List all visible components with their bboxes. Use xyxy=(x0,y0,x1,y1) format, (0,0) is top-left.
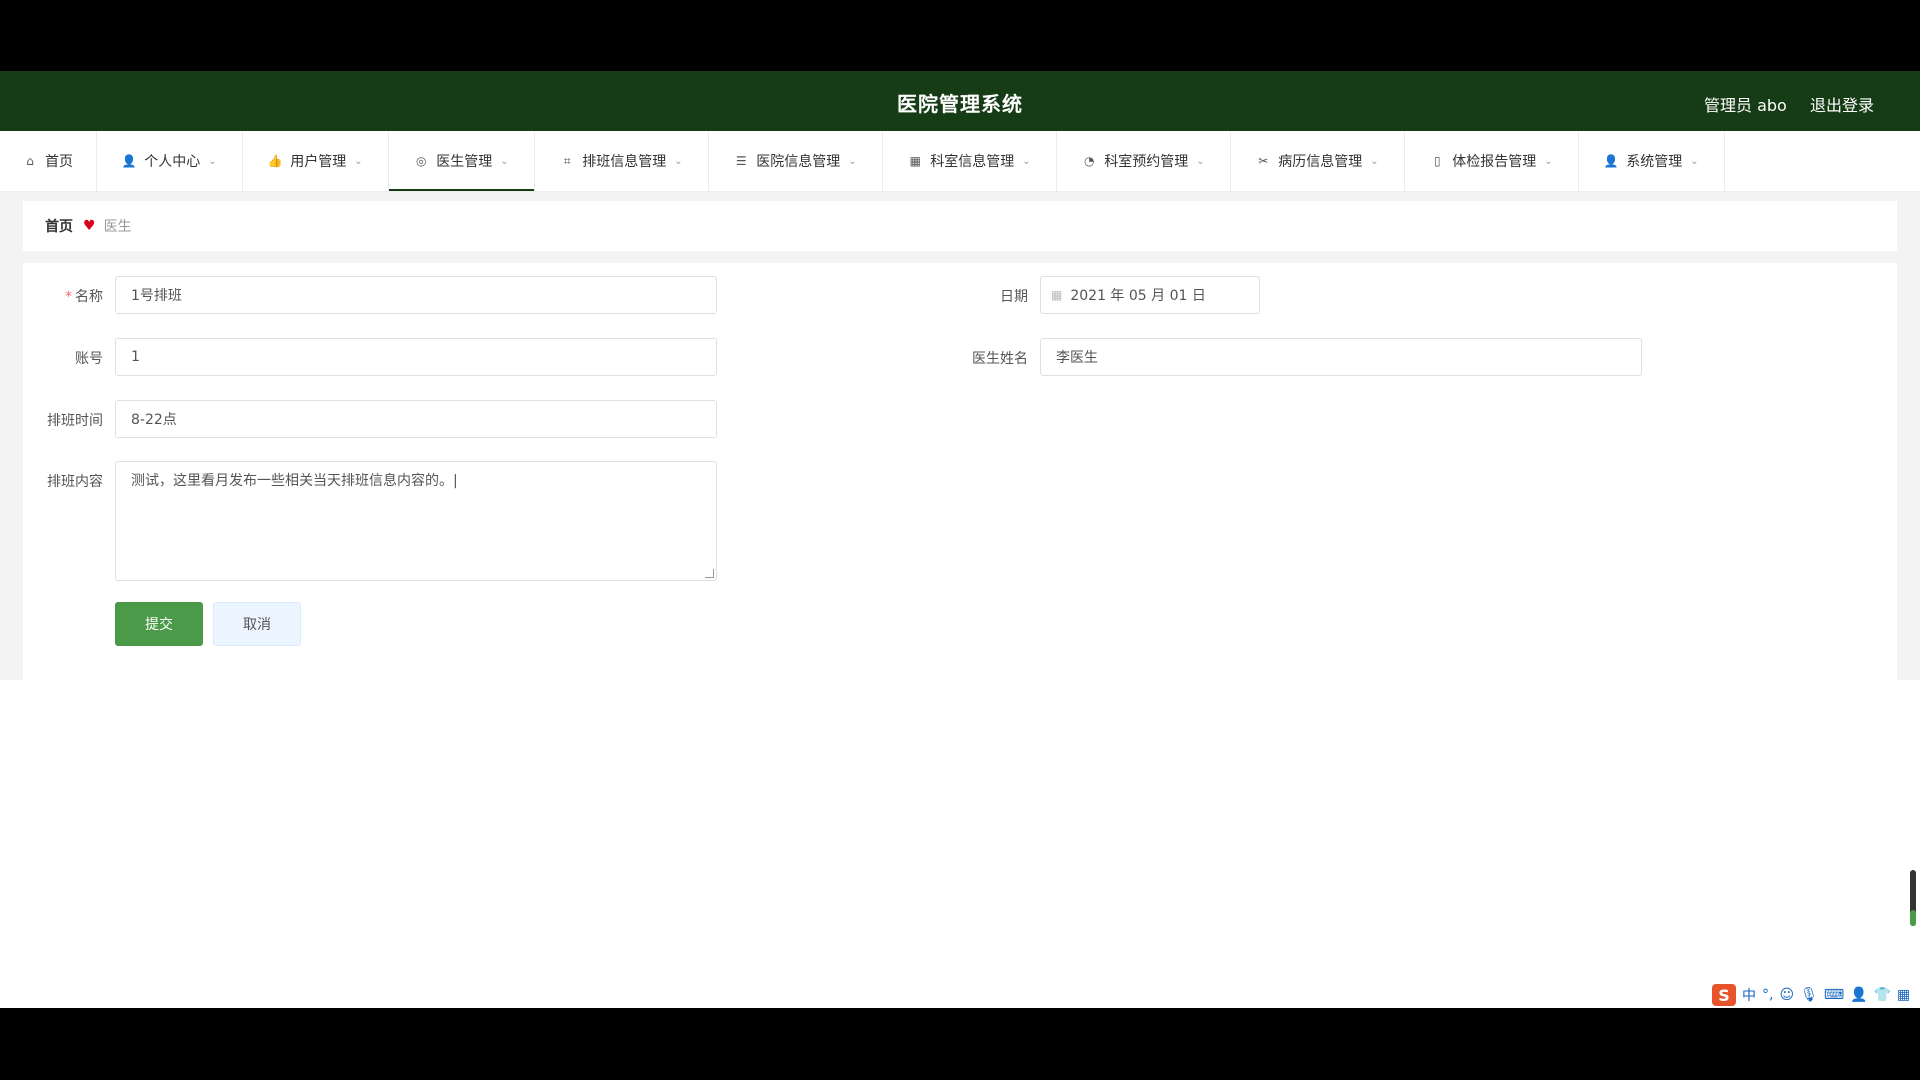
nav-item-label: 排班信息管理 xyxy=(582,154,667,170)
chevron-down-icon: ⌄ xyxy=(1196,155,1205,167)
nav-item-label: 病历信息管理 xyxy=(1278,154,1363,170)
date-picker[interactable]: ▦ 2021 年 05 月 01 日 xyxy=(1040,276,1260,314)
nav-item-label: 科室预约管理 xyxy=(1104,154,1189,170)
name-input[interactable]: 1号排班 xyxy=(115,276,717,314)
nav-item-label: 首页 xyxy=(45,154,73,170)
breadcrumb-home[interactable]: 首页 xyxy=(45,216,73,236)
thumb-icon: 👍 xyxy=(267,154,283,168)
sliders-icon: ☰ xyxy=(735,154,747,168)
nav-item-3[interactable]: ◎ 医生管理 ⌄ xyxy=(389,131,535,191)
doctor-name-label: 医生姓名 xyxy=(972,351,1028,367)
schedule-content-textarea[interactable]: 测试，这里看月发布一些相关当天排班信息内容的。| xyxy=(115,461,717,581)
chevron-down-icon: ⌄ xyxy=(208,155,217,167)
current-user: 管理员 abo xyxy=(1704,96,1787,115)
ticket-icon: ✂ xyxy=(1258,154,1269,168)
nav-item-0[interactable]: ⌂ 首页 xyxy=(0,131,97,191)
schedule-time-label: 排班时间 xyxy=(47,413,103,429)
crop-icon: ⌗ xyxy=(563,153,571,168)
nav-item-10[interactable]: 👤 系统管理 ⌄ xyxy=(1579,131,1725,191)
resize-handle[interactable] xyxy=(705,569,714,578)
account-label: 账号 xyxy=(75,351,103,367)
name-label: * 名称 xyxy=(65,289,103,305)
scrollbar-thumb[interactable] xyxy=(1910,910,1916,926)
account-input[interactable]: 1 xyxy=(115,338,717,376)
sogou-logo-icon[interactable]: S xyxy=(1712,984,1736,1006)
cancel-button[interactable]: 取消 xyxy=(213,602,301,646)
nav-item-label: 用户管理 xyxy=(290,154,347,170)
nav-item-6[interactable]: ▦ 科室信息管理 ⌄ xyxy=(883,131,1057,191)
main-nav: ⌂ 首页 👤 个人中心 ⌄ 👍 用户管理 ⌄ ◎ 医生管理 ⌄ ⌗ 排班信息管理 ⌄ ☰ 医院信息管理 ⌄ ▦ 科室… xyxy=(0,131,1920,192)
grid-icon: ▦ xyxy=(909,154,921,168)
chevron-down-icon: ⌄ xyxy=(848,155,857,167)
schedule-content-label: 排班内容 xyxy=(47,474,103,490)
breadcrumb: 首页 ♥ 医生 xyxy=(23,201,1897,251)
nav-item-2[interactable]: 👍 用户管理 ⌄ xyxy=(243,131,389,191)
chevron-down-icon: ⌄ xyxy=(1690,155,1699,167)
chevron-down-icon: ⌄ xyxy=(1022,155,1031,167)
textarea-text: 测试，这里看月发布一些相关当天排班信息内容的。| xyxy=(131,473,458,489)
doctor-name-input[interactable]: 李医生 xyxy=(1040,338,1642,376)
top-header: 医院管理系统 管理员 abo 退出登录 xyxy=(0,71,1920,131)
nav-item-label: 系统管理 xyxy=(1626,154,1683,170)
page-scrollbar[interactable] xyxy=(1910,870,1916,926)
user-icon: 👤 xyxy=(121,154,137,168)
ime-toolbar: S 中 °, ☺ 🎙 ⌨ 👤 👕 ▦ xyxy=(1712,984,1910,1006)
chevron-down-icon: ⌄ xyxy=(1370,155,1379,167)
punctuation-icon[interactable]: °, xyxy=(1762,987,1773,1003)
nav-item-label: 个人中心 xyxy=(144,154,201,170)
nav-item-label: 科室信息管理 xyxy=(930,154,1015,170)
grid-icon[interactable]: ▦ xyxy=(1897,987,1910,1003)
nav-item-5[interactable]: ☰ 医院信息管理 ⌄ xyxy=(709,131,883,191)
user-icon[interactable]: 👤 xyxy=(1850,987,1867,1003)
app-title: 医院管理系统 xyxy=(897,92,1023,116)
nav-item-1[interactable]: 👤 个人中心 ⌄ xyxy=(97,131,243,191)
nav-item-label: 体检报告管理 xyxy=(1452,154,1537,170)
nav-item-4[interactable]: ⌗ 排班信息管理 ⌄ xyxy=(535,131,709,191)
schedule-time-input[interactable]: 8-22点 xyxy=(115,400,717,438)
chevron-down-icon: ⌄ xyxy=(674,155,683,167)
nav-item-8[interactable]: ✂ 病历信息管理 ⌄ xyxy=(1231,131,1405,191)
keyboard-icon[interactable]: ⌨ xyxy=(1824,987,1844,1003)
shirt-icon[interactable]: 👕 xyxy=(1874,987,1891,1003)
nav-item-label: 医院信息管理 xyxy=(756,154,841,170)
microphone-icon[interactable]: 🎙 xyxy=(1800,987,1818,1003)
phone-icon: ▯ xyxy=(1433,154,1441,168)
submit-button[interactable]: 提交 xyxy=(115,602,203,646)
ime-mode[interactable]: 中 xyxy=(1742,985,1756,1005)
logout-link[interactable]: 退出登录 xyxy=(1810,92,1874,116)
nav-item-label: 医生管理 xyxy=(436,154,493,170)
schedule-form: * 名称 1号排班 账号 1 排班时间 8-22点 排班内容 测试，这里看月发布一… xyxy=(23,263,1897,680)
gauge-icon: ◔ xyxy=(1084,154,1095,168)
chevron-down-icon: ⌄ xyxy=(1544,155,1553,167)
calendar-icon: ▦ xyxy=(1051,288,1063,302)
nav-item-7[interactable]: ◔ 科室预约管理 ⌄ xyxy=(1057,131,1231,191)
date-value: 2021 年 05 月 01 日 xyxy=(1070,288,1206,304)
chevron-down-icon: ⌄ xyxy=(500,155,509,167)
nav-item-9[interactable]: ▯ 体检报告管理 ⌄ xyxy=(1405,131,1579,191)
user-icon: 👤 xyxy=(1603,154,1619,168)
chevron-down-icon: ⌄ xyxy=(354,155,363,167)
app-window: 医院管理系统 管理员 abo 退出登录 ⌂ 首页 👤 个人中心 ⌄ 👍 用户管理 ⌄ ◎ 医生管理… xyxy=(0,71,1920,1008)
home-icon: ⌂ xyxy=(26,154,34,168)
breadcrumb-current: 医生 xyxy=(103,219,132,235)
heart-icon: ♥ xyxy=(83,218,96,234)
at-icon: ◎ xyxy=(416,154,427,168)
date-label: 日期 xyxy=(1000,289,1028,305)
emoji-icon[interactable]: ☺ xyxy=(1779,987,1794,1003)
